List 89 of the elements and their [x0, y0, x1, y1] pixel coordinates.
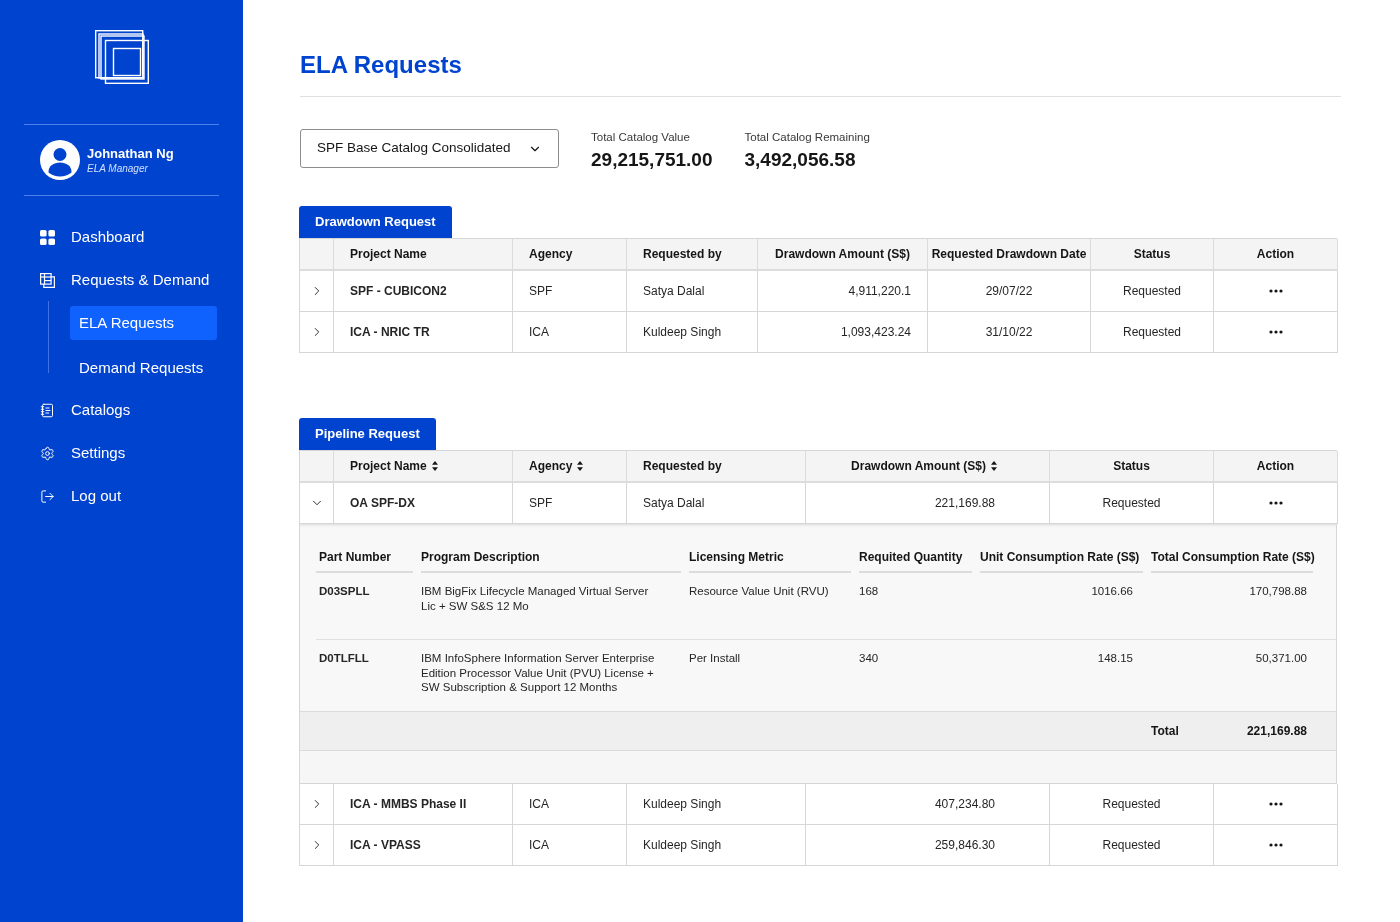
table-cell-text: Satya Dalal — [643, 283, 705, 300]
dashboard-icon — [40, 230, 55, 245]
column-header: Status — [1133, 246, 1171, 263]
table-cell-text: Requested — [1122, 324, 1181, 341]
section-tab[interactable]: Pipeline Request — [299, 418, 436, 450]
notebook-icon — [40, 403, 55, 418]
table-cell-text: 1,093,423.24 — [840, 324, 911, 341]
table-cell-text: Satya Dalal — [643, 495, 705, 512]
table-icon — [40, 273, 55, 288]
table-cell-text: SPF — [529, 283, 553, 300]
page-title: ELA Requests — [300, 50, 462, 80]
column-header: Project Name — [350, 246, 427, 263]
table-cell-text: SPF — [529, 495, 553, 512]
table-cell: IBM InfoSphere Information Server Enterprise Edition Processor Value Unit (PVU) License + SW Subscription & Support 12 Months — [421, 652, 655, 693]
nav-subitem[interactable]: ELA Requests — [70, 306, 217, 340]
column-header: Requested by — [643, 246, 722, 263]
table-cell: Per Install — [689, 652, 741, 664]
settings-icon — [40, 446, 55, 461]
column-header: Program Description — [421, 549, 540, 565]
table-cell: 148.15 — [1097, 652, 1133, 664]
table-cell-text: 31/10/22 — [985, 324, 1033, 341]
overflow-menu-icon[interactable] — [1268, 289, 1283, 293]
logout-icon — [40, 489, 55, 504]
table-cell: 50,371.00 — [1255, 652, 1307, 664]
table-cell-text: ICA - MMBS Phase II — [350, 795, 467, 813]
sort-icon[interactable] — [577, 461, 584, 471]
user-name: Johnathan Ng — [87, 145, 174, 162]
column-header: Requested Drawdown Date — [931, 246, 1087, 263]
table-cell: 168 — [859, 585, 879, 597]
table-cell-text: Kuldeep Singh — [643, 836, 722, 854]
column-header: Action — [1256, 458, 1295, 475]
table-cell: 340 — [859, 652, 879, 664]
column-header: Total Consumption Rate (S$) — [1151, 549, 1315, 565]
overflow-menu-icon[interactable] — [1268, 501, 1283, 505]
sort-icon[interactable] — [991, 461, 997, 471]
catalog-select[interactable]: SPF Base Catalog Consolidated — [300, 129, 559, 168]
table-cell-text: 29/07/22 — [985, 283, 1033, 300]
column-header: Part Number — [319, 549, 392, 565]
overflow-menu-icon[interactable] — [1268, 842, 1283, 847]
sort-icon[interactable] — [431, 461, 438, 471]
table-cell-text: 407,234.80 — [934, 795, 995, 813]
avatar-icon — [40, 140, 80, 180]
user-role: ELA Manager — [87, 162, 149, 175]
nav-item[interactable]: Requests & Demand — [24, 259, 219, 302]
table-cell-text: Kuldeep Singh — [643, 324, 722, 341]
table-cell: 170,798.88 — [1249, 585, 1307, 597]
table-cell-text: ICA — [529, 324, 549, 341]
table-cell-text: Requested — [1122, 283, 1181, 300]
table-cell-text: OA SPF-DX — [350, 495, 415, 512]
table-cell-text: Kuldeep Singh — [643, 795, 722, 813]
table-cell-text: SPF - CUBICON2 — [350, 283, 447, 300]
stat-label: Total Catalog Value — [591, 130, 691, 144]
column-header: Requited Quantity — [859, 549, 963, 565]
table-cell-text: 4,911,220.1 — [848, 283, 911, 300]
section-tab[interactable]: Drawdown Request — [299, 206, 452, 238]
table-cell: Resource Value Unit (RVU) — [689, 585, 829, 597]
table-cell: D0TLFLL — [319, 652, 369, 664]
column-header: Drawdown Amount (S$) — [775, 246, 910, 263]
column-header: Status — [1113, 458, 1150, 475]
stat-value: 3,492,056.58 — [744, 149, 857, 171]
overflow-menu-icon[interactable] — [1268, 801, 1283, 806]
column-header: Licensing Metric — [689, 549, 784, 565]
table-cell-text: 221,169.88 — [934, 495, 995, 512]
table-cell-text: ICA — [529, 795, 549, 813]
column-header: Agency — [529, 246, 573, 263]
total-value: 221,169.88 — [1246, 722, 1307, 740]
total-label: Total — [1151, 722, 1179, 740]
table-cell: 1016.66 — [1091, 585, 1133, 597]
table-cell-text: Requested — [1102, 836, 1161, 854]
table-cell-text: ICA - VPASS — [350, 836, 421, 854]
column-header: Action — [1256, 246, 1295, 263]
table-cell-text: ICA - NRIC TR — [350, 324, 430, 341]
table-cell-text: 259,846.30 — [934, 836, 995, 854]
stat-value: 29,215,751.00 — [591, 149, 713, 171]
column-header: Requested by — [643, 458, 722, 475]
nav-item[interactable]: Settings — [24, 432, 219, 475]
nav-item[interactable]: Dashboard — [24, 216, 219, 259]
stat-label: Total Catalog Remaining — [744, 130, 870, 144]
nav-item[interactable]: Catalogs — [24, 389, 219, 432]
table-cell-text: Requested — [1102, 795, 1161, 813]
table-cell: IBM BigFix Lifecycle Managed Virtual Server Lic + SW S&S 12 Mo — [421, 585, 649, 612]
table-cell: D03SPLL — [319, 585, 370, 597]
logo — [94, 30, 149, 84]
nav-item[interactable]: Log out — [24, 475, 219, 518]
overflow-menu-icon[interactable] — [1268, 330, 1283, 334]
column-header: Unit Consumption Rate (S$) — [980, 549, 1140, 565]
table-cell-text: ICA — [529, 836, 549, 854]
nav-subitem[interactable]: Demand Requests — [70, 351, 217, 385]
table-cell-text: Requested — [1102, 495, 1161, 512]
